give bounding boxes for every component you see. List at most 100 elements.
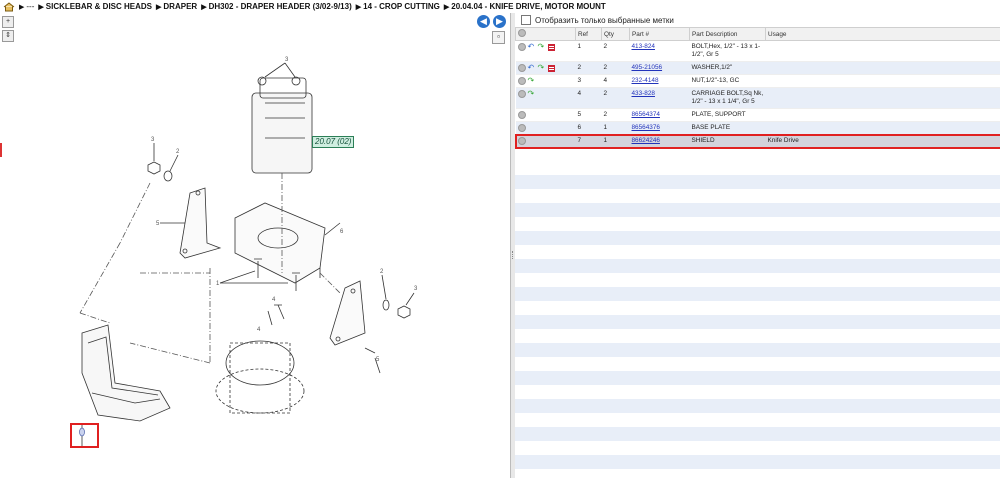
previous-page-button[interactable]: ◀ (477, 15, 490, 28)
exploded-parts-diagram: 3 3 2 5 6 1 2 3 5 4 4 (79, 57, 418, 447)
row-actions: ↶ ↷ (515, 40, 576, 62)
replaces-icon[interactable]: ↷ (528, 77, 536, 85)
arrow-right-icon: ▶ (19, 4, 25, 11)
breadcrumb-label: --- (26, 2, 35, 11)
cell-part-number-text[interactable]: 495-21056 (632, 64, 663, 71)
cell-description: BASE PLATE (689, 121, 766, 135)
breadcrumb-item[interactable]: ▶ DRAPER (156, 2, 197, 11)
cell-qty: 1 (601, 134, 630, 148)
cell-qty-text: 2 (603, 43, 608, 50)
breadcrumb-item[interactable]: ▶ --- (19, 2, 34, 11)
add-to-cart-icon[interactable] (517, 77, 526, 85)
table-row[interactable]: ↶ ↷ 2 2 495-21056 WASHER,1/2" (515, 61, 1000, 75)
table-row[interactable]: ↷ 3 4 232-4148 NUT,1/2"-13, GC (515, 74, 1000, 88)
cell-part-number: 433-828 (629, 87, 690, 109)
table-row[interactable]: ↶ ↷ 1 2 413-824 BOLT,Hex, 1/2" - 13 x 1-1/2",… (515, 40, 1000, 62)
parts-table-body: ↶ ↷ 1 2 413-824 BOLT,Hex, 1/2" - 13 x 1-1/2",… (514, 40, 1000, 149)
cell-qty: 1 (601, 121, 630, 135)
add-to-cart-icon[interactable] (517, 137, 526, 145)
header-part-number[interactable]: Part # (629, 27, 690, 41)
notes-icon[interactable] (547, 64, 555, 72)
cell-description-text: PLATE, SUPPORT (691, 111, 746, 118)
cell-part-number-text[interactable]: 86564374 (632, 111, 660, 118)
cell-description-text: BASE PLATE (691, 124, 731, 131)
drawing-toolbar: + ⇕ (2, 16, 14, 42)
cell-description: WASHER,1/2" (689, 61, 766, 75)
replaces-icon[interactable]: ↷ (538, 64, 546, 72)
arrow-right-icon: ▶ (201, 4, 207, 11)
table-row[interactable]: 6 1 86564376 BASE PLATE (515, 121, 1000, 135)
cell-part-number-text[interactable]: 86564376 (632, 124, 660, 131)
table-row[interactable]: 5 2 86564374 PLATE, SUPPORT (515, 108, 1000, 122)
cell-usage: Knife Drive (765, 134, 1000, 148)
reference-callout[interactable]: 20.07 (02) (312, 136, 355, 148)
cell-ref-text: 4 (577, 90, 582, 97)
breadcrumb-label: DRAPER (163, 2, 198, 11)
home-icon[interactable] (3, 1, 15, 12)
breadcrumb-label: SICKLEBAR & DISC HEADS (45, 2, 153, 11)
cell-ref: 2 (575, 61, 602, 75)
breadcrumb-item[interactable]: ▶ 14 - CROP CUTTING (356, 2, 440, 11)
add-to-cart-icon[interactable] (517, 111, 526, 119)
header-ref[interactable]: Ref (575, 27, 602, 41)
header-description[interactable]: Part Description (689, 27, 766, 41)
notes-icon[interactable] (547, 43, 555, 51)
table-header: Ref Qty Part # Part Description Usage (515, 27, 1000, 41)
cell-usage (765, 121, 1000, 135)
cell-qty: 2 (601, 87, 630, 109)
cell-part-number-text[interactable]: 86624246 (632, 137, 660, 144)
cell-ref: 3 (575, 74, 602, 88)
cell-qty-text: 4 (603, 77, 608, 84)
cell-ref: 7 (575, 134, 602, 148)
breadcrumb-label: 14 - CROP CUTTING (363, 2, 440, 11)
cell-qty: 2 (601, 108, 630, 122)
cell-part-number-text[interactable]: 232-4148 (632, 77, 659, 84)
svg-text:2: 2 (380, 269, 384, 275)
replaced-by-icon[interactable]: ↶ (528, 64, 536, 72)
cell-qty: 2 (601, 61, 630, 75)
row-actions: ↷ (515, 74, 576, 88)
replaced-by-icon[interactable]: ↶ (528, 43, 536, 51)
row-actions: ↷ (515, 87, 576, 109)
cell-usage (765, 108, 1000, 122)
add-to-cart-icon[interactable] (517, 90, 526, 98)
svg-text:4: 4 (272, 297, 276, 303)
add-all-icon[interactable] (518, 29, 526, 37)
row-icons: ↷ (517, 90, 574, 98)
parts-pane: Отобразить только выбранные метки Ref Qt… (514, 13, 1000, 478)
breadcrumb-item[interactable]: ▶ DH302 - DRAPER HEADER (3/02-9/13) (201, 2, 352, 11)
replaces-icon[interactable]: ↷ (528, 90, 536, 98)
breadcrumb-item[interactable]: ▶ SICKLEBAR & DISC HEADS (38, 2, 152, 11)
replaces-icon[interactable]: ↷ (538, 43, 546, 51)
page-nav: ◀ ▶ (477, 15, 506, 28)
zoom-in-icon[interactable]: + (2, 16, 14, 28)
show-selected-checkbox[interactable] (521, 15, 531, 25)
cell-ref-text: 6 (577, 124, 582, 131)
arrow-right-icon: ▶ (443, 4, 450, 11)
svg-text:5: 5 (156, 221, 160, 227)
cell-qty: 2 (601, 40, 630, 62)
table-row[interactable]: ↷ 4 2 433-828 CARRIAGE BOLT,Sq Nk, 1/2" - 13… (515, 87, 1000, 109)
header-actions[interactable] (515, 27, 576, 41)
svg-text:3: 3 (285, 57, 289, 63)
drawing-toggle-button[interactable]: ▫ (492, 31, 505, 44)
parts-table: Ref Qty Part # Part Description Usage ↶ ↷… (514, 27, 1000, 149)
next-page-button[interactable]: ▶ (493, 15, 506, 28)
arrow-right-icon: ▶ (38, 4, 44, 11)
add-to-cart-icon[interactable] (517, 124, 526, 132)
add-to-cart-icon[interactable] (517, 64, 526, 72)
expand-icon[interactable]: ⇕ (2, 30, 14, 42)
add-to-cart-icon[interactable] (517, 43, 526, 51)
cell-usage (765, 87, 1000, 109)
cell-part-number-text[interactable]: 413-824 (632, 43, 655, 50)
cell-usage (765, 40, 1000, 62)
header-qty[interactable]: Qty (601, 27, 630, 41)
filter-row: Отобразить только выбранные метки (515, 13, 1000, 27)
breadcrumb-item[interactable]: ▶ 20.04.04 - KNIFE DRIVE, MOTOR MOUNT (444, 2, 606, 11)
table-row[interactable]: 7 1 86624246 SHIELD Knife Drive (514, 133, 1000, 149)
svg-text:2: 2 (176, 149, 180, 155)
cell-qty-text: 2 (603, 90, 608, 97)
header-usage[interactable]: Usage (765, 27, 1000, 41)
cell-part-number-text[interactable]: 433-828 (632, 90, 655, 97)
row-actions (515, 134, 576, 148)
